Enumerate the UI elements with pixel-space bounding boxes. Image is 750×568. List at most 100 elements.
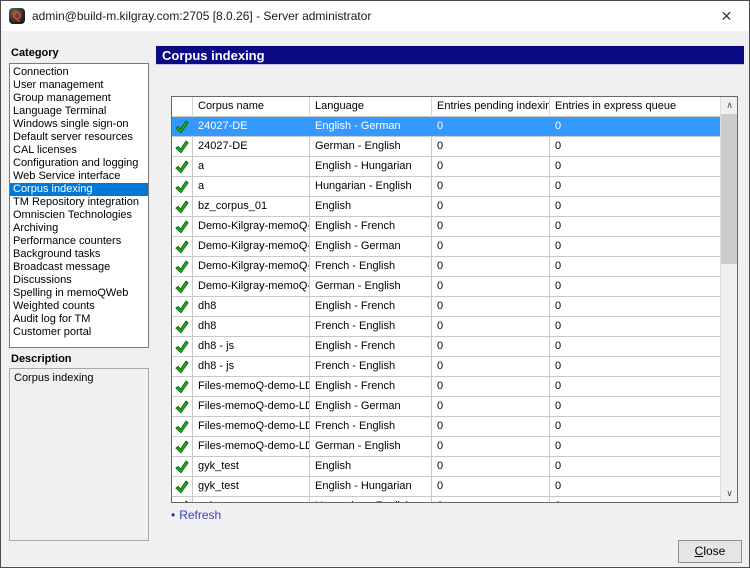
- column-header-corpus-name[interactable]: Corpus name: [193, 97, 310, 117]
- sidebar-item[interactable]: TM Repository integration: [10, 196, 148, 209]
- entries-pending-cell: 0: [432, 137, 550, 156]
- scroll-down-icon[interactable]: ∨: [721, 485, 738, 502]
- sidebar-item[interactable]: Background tasks: [10, 248, 148, 261]
- window-title: admin@build-m.kilgray.com:2705 [8.0.26] …: [32, 9, 704, 23]
- table-row[interactable]: Files-memoQ-demo-LD-2015French - English…: [172, 417, 720, 437]
- entries-pending-cell: 0: [432, 397, 550, 416]
- sidebar-item[interactable]: Discussions: [10, 274, 148, 287]
- table-row[interactable]: Demo-Kilgray-memoQ-LD-2...English - Fren…: [172, 217, 720, 237]
- entries-express-cell: 0: [550, 457, 720, 476]
- sidebar-item[interactable]: Configuration and logging: [10, 157, 148, 170]
- entries-express-cell: 0: [550, 157, 720, 176]
- table-row[interactable]: Files-memoQ-demo-LD-2015English - German…: [172, 397, 720, 417]
- page-title: Corpus indexing: [156, 46, 744, 65]
- scroll-up-icon[interactable]: ∧: [721, 97, 738, 114]
- sidebar-item[interactable]: Group management: [10, 92, 148, 105]
- sidebar-item[interactable]: Customer portal: [10, 326, 148, 339]
- language-cell: French - English: [310, 317, 432, 336]
- sidebar-item[interactable]: Performance counters: [10, 235, 148, 248]
- sidebar-item[interactable]: Audit log for TM: [10, 313, 148, 326]
- status-cell: [172, 197, 193, 216]
- sidebar-item[interactable]: Spelling in memoQWeb: [10, 287, 148, 300]
- sidebar-item[interactable]: Corpus indexing: [10, 183, 148, 196]
- sidebar-item[interactable]: Connection: [10, 66, 148, 79]
- table-row[interactable]: 24027-DEGerman - English00: [172, 137, 720, 157]
- column-header-entries-pending[interactable]: Entries pending indexing: [432, 97, 550, 117]
- table-row[interactable]: Demo-Kilgray-memoQ-LD-2...German - Engli…: [172, 277, 720, 297]
- status-cell: [172, 437, 193, 456]
- scrollbar-thumb[interactable]: [721, 114, 738, 264]
- category-list[interactable]: ConnectionUser managementGroup managemen…: [9, 63, 149, 348]
- language-cell: French - English: [310, 357, 432, 376]
- table-row[interactable]: dh8 - jsFrench - English00: [172, 357, 720, 377]
- entries-express-cell: 0: [550, 497, 720, 502]
- table-row[interactable]: dh8French - English00: [172, 317, 720, 337]
- table-row[interactable]: dh8 - jsEnglish - French00: [172, 337, 720, 357]
- indexed-ok-icon: [175, 340, 189, 354]
- table-row[interactable]: aEnglish - Hungarian00: [172, 157, 720, 177]
- entries-pending-cell: 0: [432, 177, 550, 196]
- status-cell: [172, 337, 193, 356]
- corpus-name-cell: a: [193, 157, 310, 176]
- entries-express-cell: 0: [550, 317, 720, 336]
- entries-pending-cell: 0: [432, 377, 550, 396]
- table-row[interactable]: aHungarian - English00: [172, 177, 720, 197]
- sidebar-item[interactable]: Broadcast message: [10, 261, 148, 274]
- language-cell: English - French: [310, 297, 432, 316]
- table-row[interactable]: gyk_testEnglish - Hungarian00: [172, 477, 720, 497]
- indexed-ok-icon: [175, 240, 189, 254]
- entries-express-cell: 0: [550, 397, 720, 416]
- close-button[interactable]: Close: [678, 540, 742, 563]
- sidebar-item[interactable]: Archiving: [10, 222, 148, 235]
- vertical-scrollbar[interactable]: ∧ ∨: [720, 97, 737, 502]
- table-row[interactable]: Files-memoQ-demo-LD-2015English - French…: [172, 377, 720, 397]
- table-row[interactable]: 24027-DEEnglish - German00: [172, 117, 720, 137]
- sidebar-item[interactable]: CAL licenses: [10, 144, 148, 157]
- entries-express-cell: 0: [550, 137, 720, 156]
- column-header-entries-express[interactable]: Entries in express queue: [550, 97, 720, 117]
- window-close-icon[interactable]: ✕: [704, 1, 749, 31]
- bullet-icon: •: [171, 508, 175, 522]
- table-row[interactable]: gyk_testHungarian - English00: [172, 497, 720, 502]
- sidebar-item[interactable]: User management: [10, 79, 148, 92]
- entries-express-cell: 0: [550, 177, 720, 196]
- language-cell: English - Hungarian: [310, 477, 432, 496]
- sidebar-item[interactable]: Web Service interface: [10, 170, 148, 183]
- table-row[interactable]: bz_corpus_01English00: [172, 197, 720, 217]
- sidebar-item[interactable]: Windows single sign-on: [10, 118, 148, 131]
- entries-express-cell: 0: [550, 297, 720, 316]
- table-row[interactable]: Files-memoQ-demo-LD-2015German - English…: [172, 437, 720, 457]
- sidebar-item[interactable]: Weighted counts: [10, 300, 148, 313]
- corpus-name-cell: Files-memoQ-demo-LD-2015: [193, 377, 310, 396]
- entries-pending-cell: 0: [432, 297, 550, 316]
- table-row[interactable]: Demo-Kilgray-memoQ-LD-2...French - Engli…: [172, 257, 720, 277]
- indexed-ok-icon: [175, 200, 189, 214]
- language-cell: English - German: [310, 237, 432, 256]
- indexed-ok-icon: [175, 440, 189, 454]
- column-header-status[interactable]: [172, 97, 193, 117]
- entries-pending-cell: 0: [432, 317, 550, 336]
- status-cell: [172, 137, 193, 156]
- status-cell: [172, 257, 193, 276]
- table-row[interactable]: dh8English - French00: [172, 297, 720, 317]
- sidebar-item[interactable]: Omniscien Technologies: [10, 209, 148, 222]
- status-cell: [172, 177, 193, 196]
- table-row[interactable]: gyk_testEnglish00: [172, 457, 720, 477]
- corpus-name-cell: gyk_test: [193, 457, 310, 476]
- entries-pending-cell: 0: [432, 197, 550, 216]
- refresh-link[interactable]: Refresh: [179, 508, 221, 522]
- status-cell: [172, 117, 193, 136]
- status-cell: [172, 217, 193, 236]
- table-row[interactable]: Demo-Kilgray-memoQ-LD-2...English - Germ…: [172, 237, 720, 257]
- status-cell: [172, 297, 193, 316]
- column-header-language[interactable]: Language: [310, 97, 432, 117]
- corpus-name-cell: gyk_test: [193, 477, 310, 496]
- memoq-server-icon: Q: [9, 8, 25, 24]
- sidebar-item[interactable]: Default server resources: [10, 131, 148, 144]
- indexed-ok-icon: [175, 280, 189, 294]
- corpus-name-cell: dh8 - js: [193, 337, 310, 356]
- language-cell: English - Hungarian: [310, 157, 432, 176]
- corpus-name-cell: gyk_test: [193, 497, 310, 502]
- sidebar-item[interactable]: Language Terminal: [10, 105, 148, 118]
- indexed-ok-icon: [175, 380, 189, 394]
